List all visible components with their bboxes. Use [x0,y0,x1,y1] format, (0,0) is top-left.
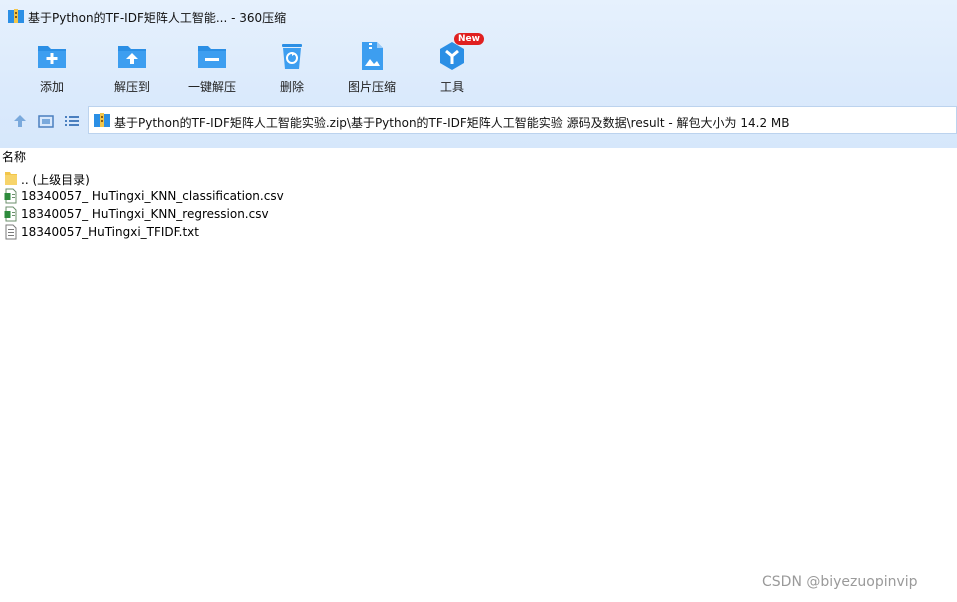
tools-label: 工具 [439,80,464,94]
add-label: 添加 [39,80,64,94]
spreadsheet-file-icon [4,206,17,222]
archive-icon [94,113,110,127]
image-compress-button[interactable]: 图片压缩 [333,38,411,96]
list-item-file[interactable]: 18340057_ HuTingxi_KNN_classification.cs… [0,187,957,205]
folder-icon [5,172,17,185]
watermark: CSDN @biyezuopinvip [762,574,918,590]
column-name-header[interactable]: 名称 [2,148,26,165]
image-compress-icon [362,42,383,70]
address-bar[interactable]: 基于Python的TF-IDF矩阵人工智能实验.zip\基于Python的TF-… [88,106,957,134]
file-name: .. (上级目录) [21,173,90,187]
add-button[interactable]: 添加 [13,38,91,96]
extract-to-label: 解压到 [113,80,150,94]
top-toolbar-area: 基于Python的TF-IDF矩阵人工智能... - 360压缩 添加 解压到 … [0,0,957,150]
title-bar: 基于Python的TF-IDF矩阵人工智能... - 360压缩 [0,0,957,32]
spreadsheet-file-icon [4,188,17,204]
recycle-bin-icon [282,44,302,69]
list-item-file[interactable]: 18340057_ HuTingxi_KNN_regression.csv [0,205,957,223]
extract-to-button[interactable]: 解压到 [93,38,171,96]
new-badge: New [454,33,484,45]
file-name: 18340057_ HuTingxi_KNN_regression.csv [21,207,269,221]
address-path: 基于Python的TF-IDF矩阵人工智能实验.zip\基于Python的TF-… [114,116,790,130]
delete-button[interactable]: 删除 [253,38,331,96]
image-compress-label: 图片压缩 [347,80,396,94]
text-file-icon [5,224,17,240]
thumbnail-view-icon[interactable] [37,112,55,130]
one-click-extract-icon [198,46,226,68]
file-list: .. (上级目录) 18340057_ HuTingxi_KNN_classif… [0,169,957,241]
file-name: 18340057_HuTingxi_TFIDF.txt [21,225,199,239]
add-folder-icon [38,46,66,68]
file-name: 18340057_ HuTingxi_KNN_classification.cs… [21,189,284,203]
delete-label: 删除 [279,80,304,94]
list-item-parent-directory[interactable]: .. (上级目录) [0,169,957,187]
one-click-extract-button[interactable]: 一键解压 [173,38,251,96]
one-click-extract-label: 一键解压 [187,80,236,94]
window-title: 基于Python的TF-IDF矩阵人工智能... - 360压缩 [28,11,287,25]
archive-app-icon [8,9,24,23]
list-item-file[interactable]: 18340057_HuTingxi_TFIDF.txt [0,223,957,241]
tools-button[interactable]: 工具 [413,38,491,96]
extract-to-icon [118,46,146,68]
column-header: 名称 [0,148,957,164]
list-view-icon[interactable] [63,112,81,130]
up-arrow-icon[interactable] [11,112,29,130]
